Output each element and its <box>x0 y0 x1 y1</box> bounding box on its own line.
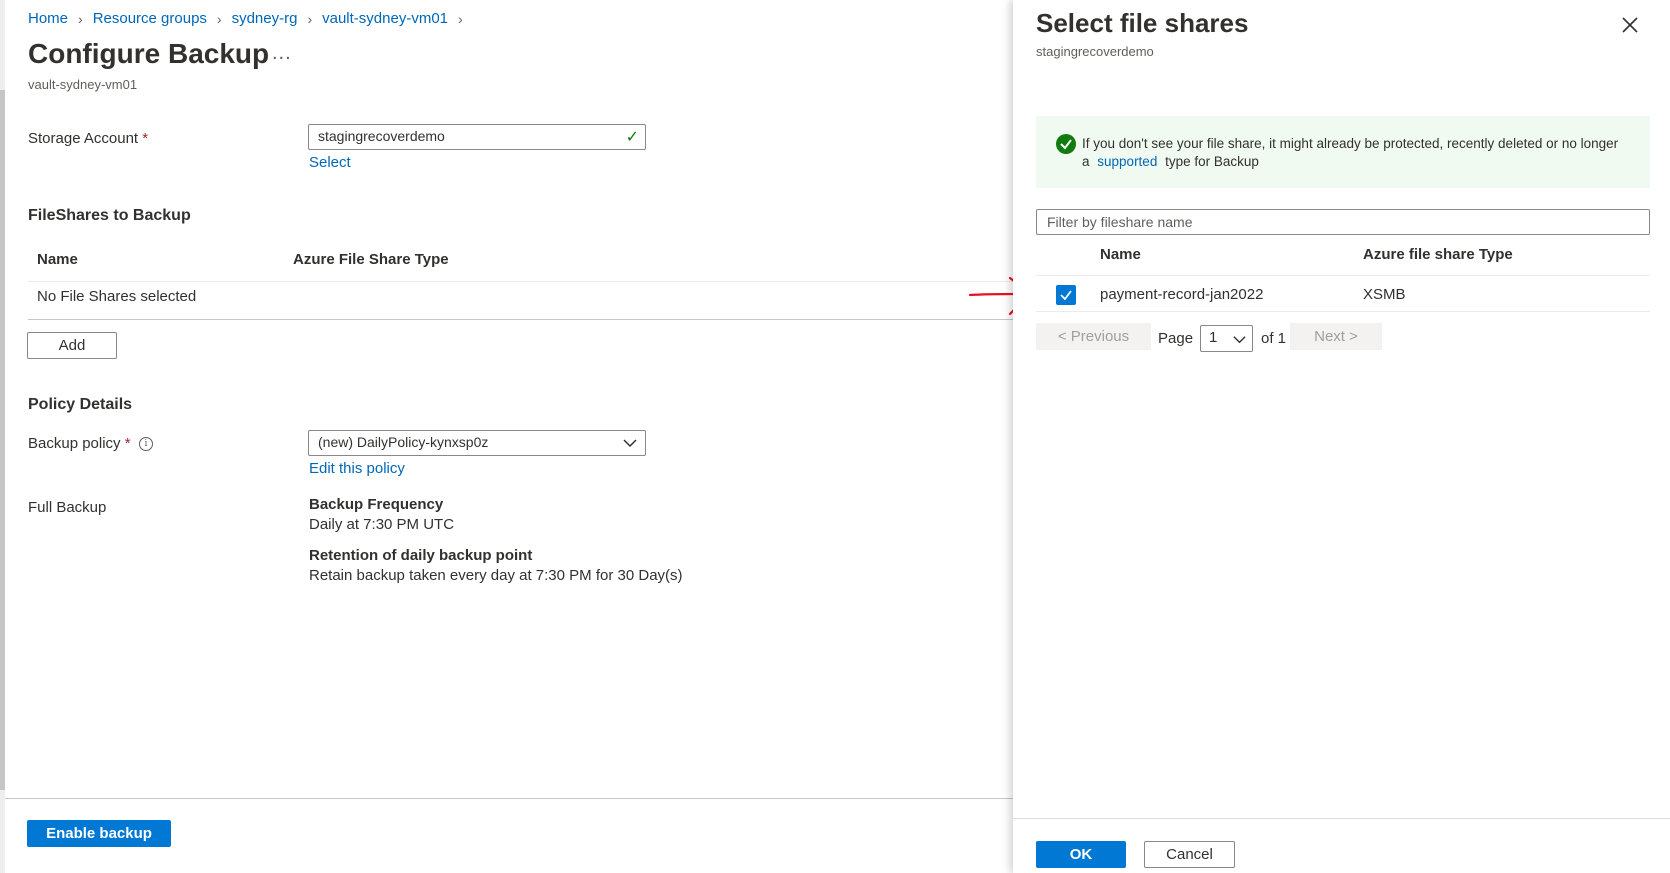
chevron-right-icon: › <box>216 10 222 27</box>
info-line-2-prefix: a <box>1082 154 1090 169</box>
empty-fileshares-text: No File Shares selected <box>37 288 197 305</box>
page-select[interactable]: 1 <box>1200 325 1253 352</box>
configure-backup-blade: Home › Resource groups › sydney-rg › vau… <box>0 0 1013 873</box>
chevron-right-icon: › <box>458 10 463 27</box>
panel-footer-divider <box>1013 818 1670 819</box>
select-storage-link[interactable]: Select <box>309 154 351 171</box>
row-divider <box>28 319 1013 320</box>
page-label: Page <box>1158 330 1194 347</box>
page-select-value: 1 <box>1209 329 1218 346</box>
panel-title: Select file shares <box>1036 8 1249 38</box>
more-options-button[interactable]: ... <box>272 42 292 65</box>
page-of-label: of 1 <box>1261 330 1287 347</box>
previous-page-button[interactable]: < Previous <box>1036 323 1151 350</box>
page-title: Configure Backup <box>28 38 270 69</box>
backup-policy-label: Backup policy * <box>28 435 131 452</box>
panel-header-divider <box>1036 275 1650 276</box>
chevron-right-icon: › <box>307 10 313 27</box>
row-divider <box>1036 311 1650 312</box>
policy-details-heading: Policy Details <box>28 396 133 413</box>
cancel-button[interactable]: Cancel <box>1144 841 1235 868</box>
chevron-down-icon <box>1233 336 1246 344</box>
checkmark-icon: ✓ <box>625 129 639 146</box>
panel-subtitle: stagingrecoverdemo <box>1036 44 1154 59</box>
page-subtitle: vault-sydney-vm01 <box>28 77 138 92</box>
row-checkbox[interactable] <box>1056 285 1076 305</box>
required-marker: * <box>124 435 131 452</box>
ok-button[interactable]: OK <box>1036 841 1126 868</box>
backup-frequency-title: Backup Frequency <box>309 496 444 513</box>
supported-link[interactable]: supported <box>1097 154 1157 169</box>
info-message-bar: If you don't see your file share, it mig… <box>1036 116 1650 188</box>
filter-fileshare-input[interactable]: Filter by fileshare name <box>1036 209 1650 235</box>
header-divider <box>28 281 1013 282</box>
select-file-shares-panel: Select file shares stagingrecoverdemo If… <box>1013 0 1670 873</box>
storage-account-field[interactable]: stagingrecoverdemo ✓ <box>308 124 646 150</box>
chevron-right-icon: › <box>78 10 83 27</box>
storage-account-value: stagingrecoverdemo <box>318 128 445 144</box>
info-icon[interactable]: i <box>139 437 153 451</box>
close-icon[interactable] <box>1621 16 1639 34</box>
next-page-button[interactable]: Next > <box>1290 323 1382 350</box>
storage-account-label-text: Storage Account <box>28 130 139 147</box>
panel-column-header-name: Name <box>1100 246 1141 263</box>
backup-frequency-value: Daily at 7:30 PM UTC <box>309 516 455 533</box>
breadcrumb-home[interactable]: Home <box>28 10 68 27</box>
required-marker: * <box>142 130 149 147</box>
add-fileshare-button[interactable]: Add <box>27 332 117 359</box>
breadcrumb-vault[interactable]: vault-sydney-vm01 <box>322 10 448 27</box>
checkmark-icon <box>1060 290 1072 301</box>
column-header-name: Name <box>37 251 78 268</box>
breadcrumb-resource-groups[interactable]: Resource groups <box>93 10 207 27</box>
fileshare-type: XSMB <box>1363 286 1406 303</box>
retention-value: Retain backup taken every day at 7:30 PM… <box>309 567 683 584</box>
success-check-icon <box>1056 134 1076 154</box>
edit-policy-link[interactable]: Edit this policy <box>309 460 405 477</box>
panel-column-header-type: Azure file share Type <box>1363 246 1513 263</box>
chevron-down-icon <box>623 439 637 448</box>
info-line-2: a supported type for Backup <box>1082 153 1630 171</box>
retention-title: Retention of daily backup point <box>309 547 533 564</box>
breadcrumb: Home › Resource groups › sydney-rg › vau… <box>28 10 473 27</box>
fileshares-heading: FileShares to Backup <box>28 207 191 224</box>
storage-account-label: Storage Account * <box>28 130 148 147</box>
info-line-2-suffix: type for Backup <box>1165 154 1259 169</box>
scrollbar-thumb[interactable] <box>0 90 5 790</box>
breadcrumb-sydney-rg[interactable]: sydney-rg <box>232 10 298 27</box>
backup-policy-label-text: Backup policy <box>28 435 121 452</box>
full-backup-label: Full Backup <box>28 499 107 516</box>
backup-policy-dropdown[interactable]: (new) DailyPolicy-kynxsp0z <box>308 430 646 456</box>
info-line-1: If you don't see your file share, it mig… <box>1082 136 1619 151</box>
fileshare-name: payment-record-jan2022 <box>1100 286 1264 303</box>
column-header-type: Azure File Share Type <box>293 251 449 268</box>
scrollbar[interactable] <box>0 0 5 873</box>
enable-backup-button[interactable]: Enable backup <box>27 820 171 847</box>
backup-policy-value: (new) DailyPolicy-kynxsp0z <box>318 434 489 450</box>
footer-divider <box>5 798 1013 799</box>
